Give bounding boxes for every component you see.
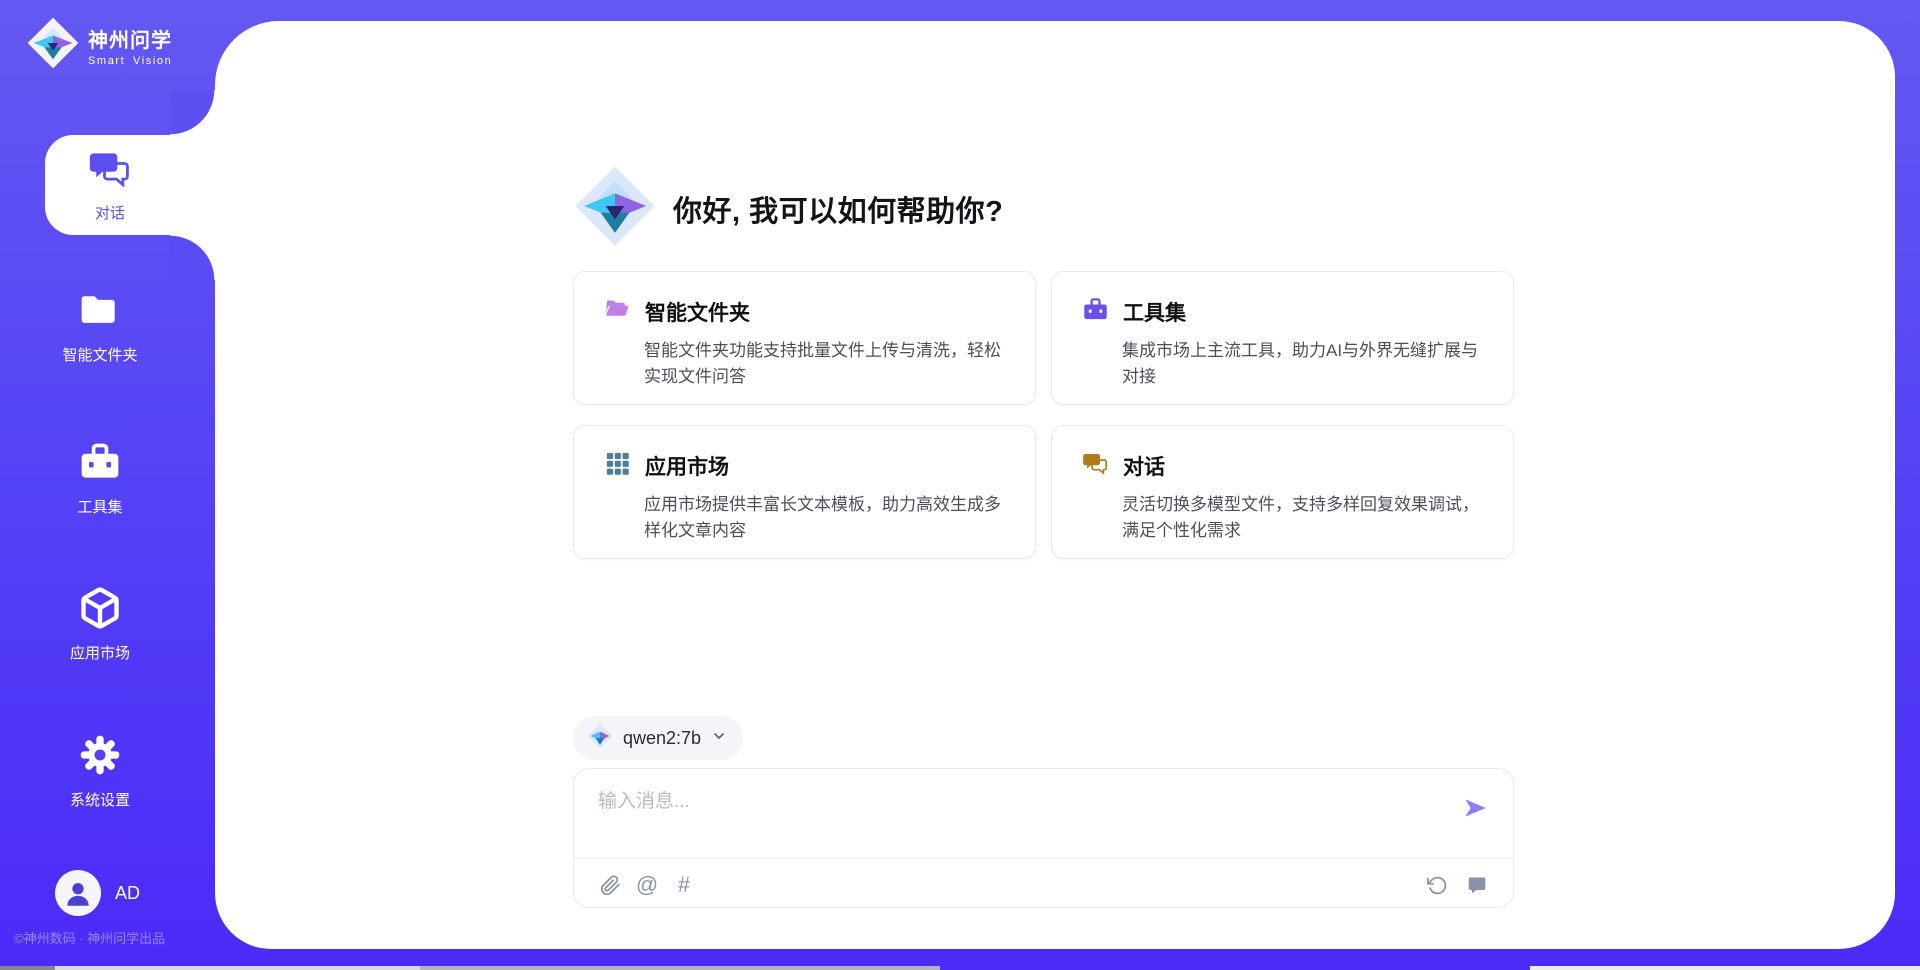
- folder-icon: [78, 288, 122, 337]
- toolbox-icon: [78, 440, 122, 489]
- app-name: 神州问学: [88, 24, 172, 53]
- chat-icon: [1082, 450, 1109, 482]
- sidebar-item-label: 对话: [95, 202, 125, 223]
- composer-toolbar: @ #: [598, 867, 1489, 903]
- greeting: 你好, 我可以如何帮助你?: [573, 164, 1003, 253]
- message-composer: @ #: [573, 768, 1514, 908]
- card-chat[interactable]: 对话 灵活切换多模型文件，支持多样回复效果调试，满足个性化需求: [1051, 425, 1514, 559]
- sidebar-item-chat[interactable]: 对话: [45, 135, 215, 235]
- user-row: AD: [55, 870, 140, 916]
- history-icon[interactable]: [1425, 873, 1449, 897]
- model-diamond-icon: [587, 723, 613, 754]
- composer-divider: [574, 858, 1513, 859]
- model-selector[interactable]: qwen2:7b: [573, 716, 743, 760]
- send-button[interactable]: [1461, 795, 1489, 823]
- hash-icon[interactable]: #: [672, 873, 696, 897]
- sidebar-item-label: 工具集: [77, 496, 122, 517]
- screen-edge-strip: [0, 966, 1920, 970]
- tab-fillet-bottom: [170, 235, 215, 280]
- brand-diamond-icon: [26, 16, 80, 75]
- card-app-market[interactable]: 应用市场 应用市场提供丰富长文本模板，助力高效生成多样化文章内容: [573, 425, 1036, 559]
- avatar[interactable]: [55, 870, 101, 916]
- edge-segment: [420, 966, 940, 970]
- model-name: qwen2:7b: [623, 728, 701, 749]
- sidebar-item-smart-folder[interactable]: 智能文件夹: [0, 288, 200, 365]
- sidebar-item-label: 智能文件夹: [62, 344, 137, 365]
- card-description: 集成市场上主流工具，助力AI与外界无缝扩展与对接: [1122, 338, 1485, 391]
- sidebar-item-settings[interactable]: 系统设置: [0, 733, 200, 810]
- card-description: 灵活切换多模型文件，支持多样回复效果调试，满足个性化需求: [1122, 492, 1485, 545]
- sidebar-footer: ©神州数码 · 神州问学出品: [14, 928, 165, 947]
- app-logo: 神州问学 Smart Vision: [26, 16, 172, 75]
- cube-icon: [78, 586, 122, 635]
- sidebar-item-app-market[interactable]: 应用市场: [0, 586, 200, 663]
- toolbox-icon: [1082, 296, 1109, 328]
- card-title: 工具集: [1123, 297, 1186, 327]
- card-title: 应用市场: [645, 451, 729, 481]
- card-title: 智能文件夹: [645, 297, 750, 327]
- edge-segment: [55, 966, 420, 970]
- message-input[interactable]: [598, 785, 1418, 819]
- gear-icon: [78, 733, 122, 782]
- greeting-diamond-icon: [573, 164, 657, 253]
- sidebar-item-label: 应用市场: [70, 642, 130, 663]
- card-description: 应用市场提供丰富长文本模板，助力高效生成多样化文章内容: [644, 492, 1007, 545]
- user-initials: AD: [115, 883, 140, 904]
- card-title: 对话: [1123, 451, 1165, 481]
- app-subtitle: Smart Vision: [88, 55, 172, 67]
- card-toolset[interactable]: 工具集 集成市场上主流工具，助力AI与外界无缝扩展与对接: [1051, 271, 1514, 405]
- greeting-title: 你好, 我可以如何帮助你?: [673, 188, 1003, 230]
- card-description: 智能文件夹功能支持批量文件上传与清洗，轻松实现文件问答: [644, 338, 1007, 391]
- paperclip-icon[interactable]: [598, 873, 622, 897]
- main-panel: 你好, 我可以如何帮助你? 智能文件夹 智能文件夹功能支持批量文件上传与清洗，轻…: [215, 21, 1895, 949]
- sidebar-item-toolset[interactable]: 工具集: [0, 440, 200, 517]
- at-icon[interactable]: @: [635, 873, 659, 897]
- feature-cards: 智能文件夹 智能文件夹功能支持批量文件上传与清洗，轻松实现文件问答 工具集: [573, 271, 1514, 559]
- sidebar: 神州问学 Smart Vision 对话 智能文件夹: [0, 0, 215, 970]
- card-smart-folder[interactable]: 智能文件夹 智能文件夹功能支持批量文件上传与清洗，轻松实现文件问答: [573, 271, 1036, 405]
- chat-bubble-icon[interactable]: [1465, 873, 1489, 897]
- folder-open-icon: [604, 296, 631, 328]
- chat-icon: [88, 147, 132, 196]
- chevron-down-icon: [711, 728, 727, 749]
- grid-icon: [604, 450, 631, 482]
- sidebar-item-label: 系统设置: [70, 789, 130, 810]
- edge-segment: [0, 966, 55, 970]
- edge-segment: [1530, 966, 1920, 970]
- tab-fillet-top: [170, 90, 215, 135]
